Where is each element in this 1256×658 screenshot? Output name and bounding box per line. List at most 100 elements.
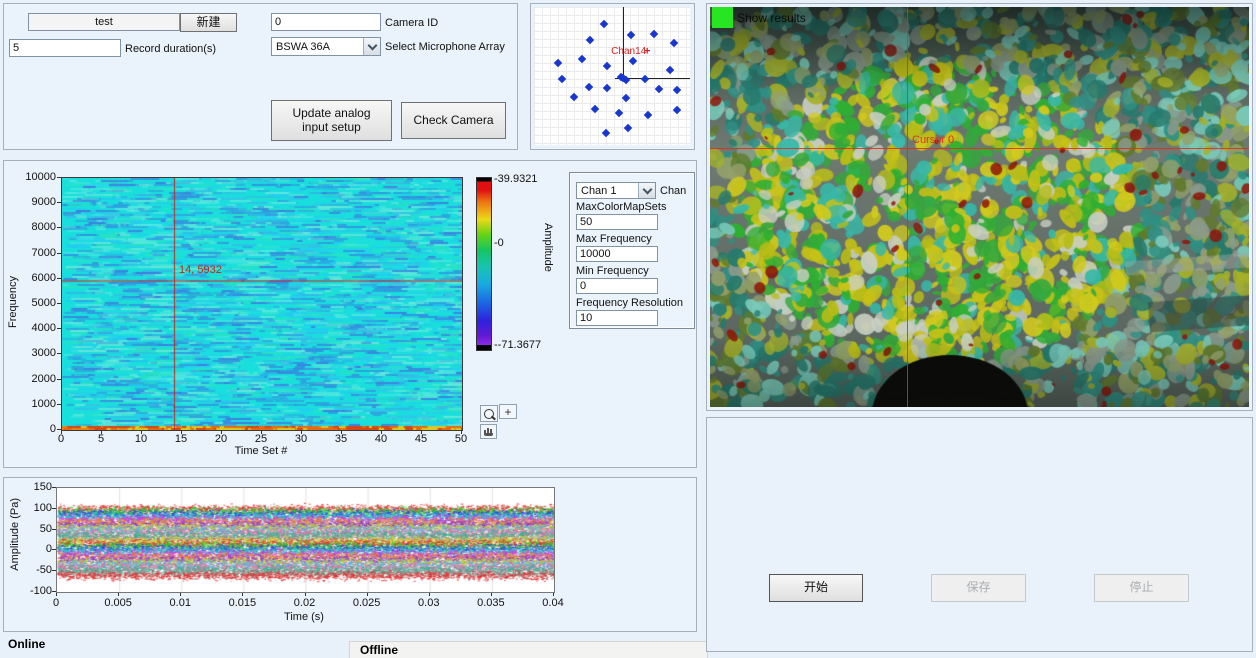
x-tick-label: 25 <box>248 433 274 445</box>
x-tick-label: 45 <box>408 433 434 445</box>
offline-status-label: Offline <box>360 643 398 657</box>
x-tick-label: 0 <box>36 597 76 609</box>
camera-id-label: Camera ID <box>385 17 438 29</box>
mic-point <box>554 58 562 66</box>
x-tick-label: 0.01 <box>160 597 200 609</box>
x-tick-label: 0.035 <box>471 597 511 609</box>
mic-point <box>666 65 674 73</box>
mic-array-plot[interactable]: + Chan14 <box>534 7 690 145</box>
pan-tool-icon[interactable] <box>480 424 497 439</box>
y-tick-label: -50 <box>16 564 52 576</box>
show-results-label: Show results <box>737 11 806 25</box>
camera-image-canvas[interactable] <box>710 7 1249 407</box>
mic-point <box>601 129 609 137</box>
acoustic-camera-window: 新建 Record duration(s) Camera ID BSWA 36A… <box>0 0 1256 658</box>
y-tick-label: -100 <box>16 585 52 597</box>
freqres-label: Frequency Resolution <box>576 297 683 309</box>
frequency-axis-label: Frequency <box>7 276 19 328</box>
x-tick-label: 0.015 <box>222 597 262 609</box>
show-results-checkbox[interactable] <box>712 7 733 28</box>
x-tick-label: 20 <box>208 433 234 445</box>
waveform-canvas[interactable] <box>57 488 554 592</box>
offline-status-strip: Offline <box>349 641 708 658</box>
y-tick-label: 4000 <box>20 322 56 334</box>
y-tick-label: 5000 <box>20 297 56 309</box>
zoom-tool-icon[interactable] <box>480 405 498 422</box>
mic-point <box>627 30 635 38</box>
chevron-down-icon[interactable] <box>638 183 655 198</box>
camera-view-panel: Cursor 0 Show results <box>706 3 1253 411</box>
camera-id-input[interactable] <box>271 13 381 31</box>
y-tick-label: 7000 <box>20 247 56 259</box>
x-tick-label: 15 <box>168 433 194 445</box>
mic-array-panel: + Chan14 <box>530 3 695 150</box>
y-tick-label: 0 <box>16 543 52 555</box>
record-duration-input[interactable] <box>9 39 121 57</box>
y-tick-label: 1000 <box>20 398 56 410</box>
project-name-input[interactable] <box>28 13 180 31</box>
maxfreq-input[interactable] <box>576 246 658 262</box>
spectrogram-cursor-label: 14, 5932 <box>179 264 222 276</box>
save-button[interactable]: 保存 <box>931 574 1026 602</box>
mic-point <box>558 75 566 83</box>
mic-point <box>644 111 652 119</box>
minfreq-input[interactable] <box>576 278 658 294</box>
y-tick-label: 3000 <box>20 347 56 359</box>
x-tick-label: 0.005 <box>98 597 138 609</box>
y-tick-label: 50 <box>16 523 52 535</box>
spectrogram-plot[interactable]: 14, 5932 <box>61 177 463 431</box>
colorbar <box>476 177 492 351</box>
mic-point <box>602 84 610 92</box>
mic-point <box>622 76 630 84</box>
mic-point <box>615 109 623 117</box>
mic-point <box>670 38 678 46</box>
transport-panel: 开始 保存 停止 <box>706 417 1253 652</box>
maxcolormap-input[interactable] <box>576 214 658 230</box>
mic-array-select[interactable]: BSWA 36A <box>271 37 381 56</box>
mic-point <box>624 124 632 132</box>
stop-button[interactable]: 停止 <box>1094 574 1189 602</box>
x-tick-label: 5 <box>88 433 114 445</box>
new-button[interactable]: 新建 <box>180 13 237 32</box>
mic-point <box>655 85 663 93</box>
spectrogram-canvas[interactable] <box>62 178 462 430</box>
mic-point <box>585 35 593 43</box>
x-tick-label: 35 <box>328 433 354 445</box>
start-button[interactable]: 开始 <box>769 574 863 602</box>
cursor-tool-icon[interactable]: + <box>499 404 517 419</box>
config-panel: 新建 Record duration(s) Camera ID BSWA 36A… <box>3 3 518 150</box>
colorbar-mid-label: -0 <box>494 237 504 249</box>
spectrogram-xaxis-label: Time Set # <box>181 445 341 457</box>
x-tick-label: 0.04 <box>533 597 573 609</box>
x-tick-label: 0.03 <box>409 597 449 609</box>
freqres-input[interactable] <box>576 310 658 326</box>
colorbar-min-label: --71.3677 <box>494 339 541 351</box>
colorbar-max-label: -39.9321 <box>494 173 537 185</box>
mic-array-select-value: BSWA 36A <box>272 41 363 53</box>
x-tick-label: 40 <box>368 433 394 445</box>
update-analog-button[interactable]: Update analog input setup <box>271 100 392 141</box>
mic-point <box>629 56 637 64</box>
cursor0-vline[interactable] <box>907 7 908 407</box>
y-tick-label: 9000 <box>20 196 56 208</box>
mic-cursor-label: Chan14 <box>611 46 646 57</box>
check-camera-button[interactable]: Check Camera <box>401 102 506 139</box>
cursor0-hline[interactable] <box>710 148 1249 149</box>
x-tick-label: 0.02 <box>285 597 325 609</box>
mic-point <box>577 54 585 62</box>
time-axis-label: Time (s) <box>264 611 344 623</box>
chan-select[interactable]: Chan 1 <box>576 182 656 199</box>
record-duration-label: Record duration(s) <box>125 43 216 55</box>
mic-array-select-label: Select Microphone Array <box>385 41 505 53</box>
maxfreq-label: Max Frequency <box>576 233 652 245</box>
mic-point <box>599 20 607 28</box>
waveform-plot[interactable] <box>56 487 555 593</box>
chevron-down-icon[interactable] <box>363 38 380 55</box>
mic-point <box>590 105 598 113</box>
minfreq-label: Min Frequency <box>576 265 649 277</box>
y-tick-label: 100 <box>16 502 52 514</box>
mic-point <box>650 30 658 38</box>
chan-select-label: Chan <box>660 185 686 197</box>
y-tick-label: 10000 <box>20 171 56 183</box>
online-status-label: Online <box>8 637 45 651</box>
